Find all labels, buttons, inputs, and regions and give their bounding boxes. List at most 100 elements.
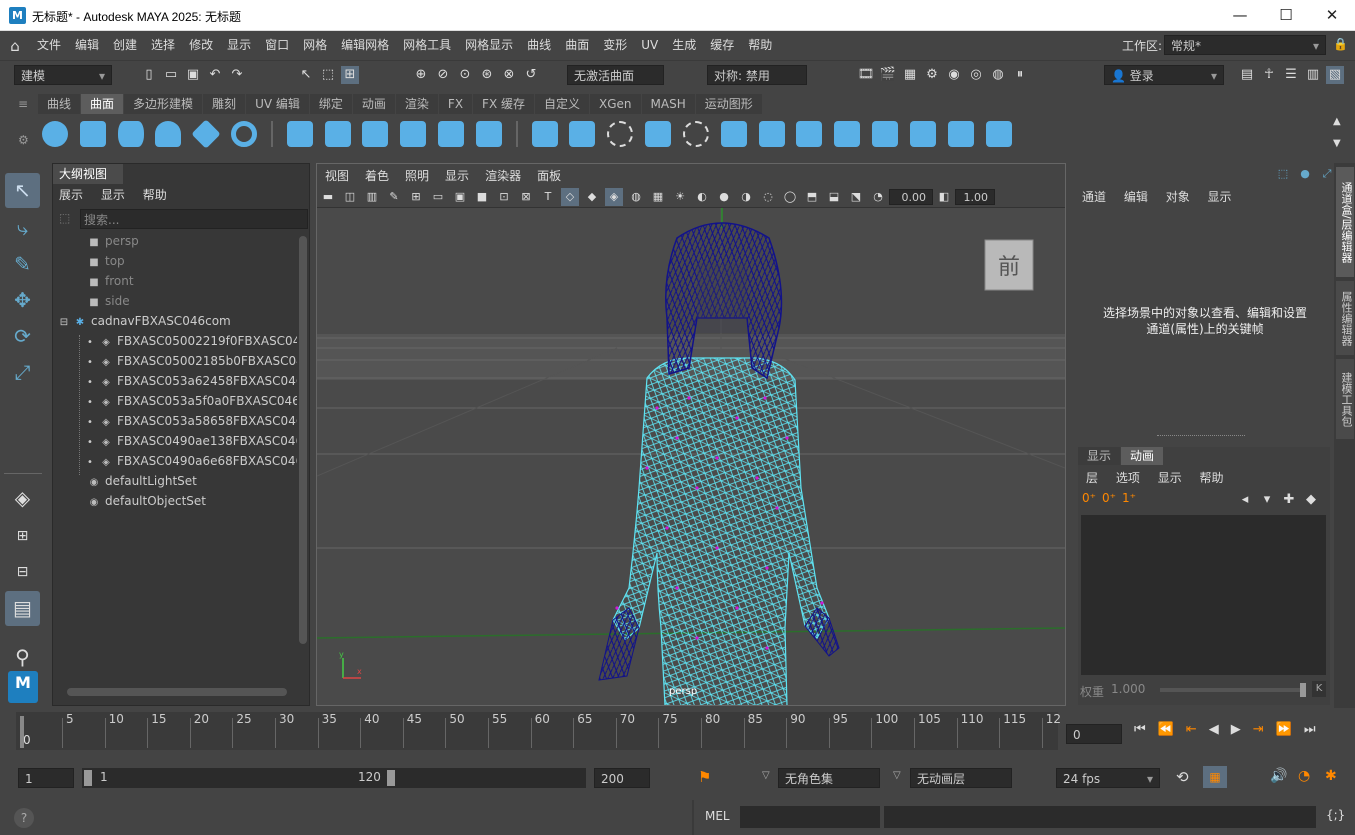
view-cube[interactable]: 前 [984,239,1034,291]
maximize-icon[interactable]: ☐ [1263,0,1309,31]
layer-menu-options[interactable]: 选项 [1116,471,1140,485]
layer-menu-help[interactable]: 帮助 [1200,471,1224,485]
menu-uv[interactable]: UV [634,31,665,60]
two-view-icon[interactable]: ⊟ [5,555,40,590]
xray-joints-icon[interactable]: ⬓ [825,188,843,206]
render-current-icon[interactable]: 🎬 [879,66,897,84]
viewport-menu-shading[interactable]: 着色 [365,167,389,184]
tab-fx[interactable]: FX [438,94,473,114]
minimize-icon[interactable]: — [1217,0,1263,31]
tab-uv-editing[interactable]: UV 编辑 [246,94,309,114]
arnold-render-icon[interactable]: ◎ [967,66,985,84]
script-editor-icon[interactable]: {;} [1326,808,1345,822]
ipr-render-icon[interactable]: ▦ [901,66,919,84]
nurbs-plane-icon[interactable] [191,119,222,149]
play-forward-icon[interactable]: ▶ [1231,722,1241,737]
surface-edit-icon[interactable] [985,121,1012,147]
menu-edit[interactable]: 编辑 [68,31,106,60]
animation-preferences-icon[interactable]: ✱ [1325,768,1337,784]
exposure-icon[interactable]: ◔ [869,188,887,206]
one-key-icon[interactable]: 1⁺ [1122,491,1136,505]
snap-surface-icon[interactable]: ⊗ [500,66,518,84]
sound-icon[interactable]: 🔊 [1270,768,1287,784]
outliner-item[interactable]: • ◈ FBXASC05002219f0FBXASC046 [53,331,297,351]
outliner-item[interactable]: • ◈ FBXASC053a5f0a0FBXASC046o [53,391,297,411]
tab-display-layers[interactable]: 显示 [1078,447,1121,465]
grease-pencil-icon[interactable]: ✎ [385,188,403,206]
outliner-item[interactable]: ◉ defaultLightSet [53,471,297,491]
outliner-menu-display[interactable]: 显示 [101,188,125,202]
planar-icon[interactable] [362,121,389,147]
safe-action-icon[interactable]: ⊠ [517,188,535,206]
select-tool-icon[interactable]: ↖ [5,173,40,208]
extrude-icon[interactable] [400,121,427,147]
shelf-settings-icon[interactable]: ⚙ [18,133,29,147]
redo-icon[interactable]: ↷ [228,66,246,84]
untrim-icon[interactable] [645,121,672,147]
menu-display[interactable]: 显示 [220,31,258,60]
new-layer-icon[interactable]: ✚ [1280,491,1298,509]
menu-generate[interactable]: 生成 [665,31,703,60]
snap-view-icon[interactable]: ⊛ [478,66,496,84]
viewport-menu-view[interactable]: 视图 [325,167,349,184]
tab-sculpting[interactable]: 雕刻 [203,94,246,114]
collapse-icon[interactable]: ⊟ [57,313,71,331]
gate-mask-icon[interactable]: ■ [473,188,491,206]
outliner-hscrollbar[interactable] [67,688,287,696]
move-layer-up-icon[interactable]: ◂ [1236,491,1254,509]
safe-title-icon[interactable]: T [539,188,557,206]
character-set-filter-icon[interactable]: ▽ [762,770,770,781]
home-icon[interactable]: ⌂ [0,37,30,55]
menu-edit-mesh[interactable]: 编辑网格 [334,31,396,60]
rebuild-icon[interactable] [909,121,936,147]
snap-grid-icon[interactable]: ⊕ [412,66,430,84]
tab-animation[interactable]: 动画 [352,94,395,114]
attribute-toggle-icon[interactable]: ● [1296,165,1314,183]
outliner-item[interactable]: ■ front [53,271,297,291]
side-tab-modeling-toolkit[interactable]: 建模工具包 [1336,359,1354,439]
side-tab-attribute-editor[interactable]: 属性编辑器 [1336,281,1354,355]
nurbs-cylinder-icon[interactable] [117,121,144,147]
current-frame-field[interactable]: 0 [1066,724,1122,744]
outliner-title[interactable]: 大纲视图 [53,164,123,184]
menu-file[interactable]: 文件 [30,31,68,60]
select-hierarchy-icon[interactable]: ↖ [297,66,315,84]
time-slider[interactable]: 0 5 10 15 20 25 30 35 40 45 50 55 60 65 70 75 80 85 90 95 1… [16,712,1061,750]
gamma-field[interactable]: 1.00 [955,188,995,205]
tab-poly-modeling[interactable]: 多边形建模 [124,94,203,114]
outliner-layout-icon[interactable]: ▤ [5,591,40,626]
project-curve-icon[interactable] [531,121,558,147]
insert-isoparm-icon[interactable] [872,121,899,147]
new-scene-icon[interactable]: ▯ [140,66,158,84]
side-tab-channel-box[interactable]: 通道盒/层编辑器 [1336,167,1354,277]
tab-rendering[interactable]: 渲染 [395,94,438,114]
outliner-menu-show[interactable]: 展示 [59,188,83,202]
playback-speed-icon[interactable]: ◔ [1298,768,1310,784]
menu-deform[interactable]: 变形 [596,31,634,60]
viewport-menu-show[interactable]: 显示 [445,167,469,184]
anim-layer-filter-icon[interactable]: ▽ [893,770,901,781]
tab-xgen[interactable]: XGen [590,94,641,114]
tab-anim-layers[interactable]: 动画 [1121,447,1164,465]
step-forward-frame-icon[interactable]: ⏩ [1276,722,1292,737]
nurbs-cube-icon[interactable] [79,121,106,147]
camera-attributes-icon[interactable]: ▬ [319,188,337,206]
login-dropdown[interactable]: 👤 登录 ▾ [1104,65,1224,85]
weight-slider-handle[interactable] [1300,683,1306,697]
select-component-icon[interactable]: ⊞ [341,66,359,84]
trim-tool-icon[interactable] [607,121,634,147]
live-surface-field[interactable]: 无激活曲面 [567,65,664,85]
loop-icon[interactable]: ⟲ [1176,768,1189,786]
tool-settings-icon[interactable]: ▥ [1304,66,1322,84]
nurbs-sphere-icon[interactable] [42,121,68,147]
range-start-handle[interactable] [84,770,92,786]
key-weight-button[interactable]: K [1312,681,1326,697]
lasso-tool-icon[interactable]: ⤷ [5,211,40,246]
use-lights-icon[interactable]: ☀ [671,188,689,206]
maya-logo-icon[interactable]: M [8,671,38,703]
cache-playback-icon[interactable]: ▦ [1203,766,1227,788]
sculpt-surface-icon[interactable] [947,121,974,147]
outliner-menu-help[interactable]: 帮助 [143,188,167,202]
render-settings-icon[interactable]: ⚙ [923,66,941,84]
shadows-icon[interactable]: ◐ [693,188,711,206]
